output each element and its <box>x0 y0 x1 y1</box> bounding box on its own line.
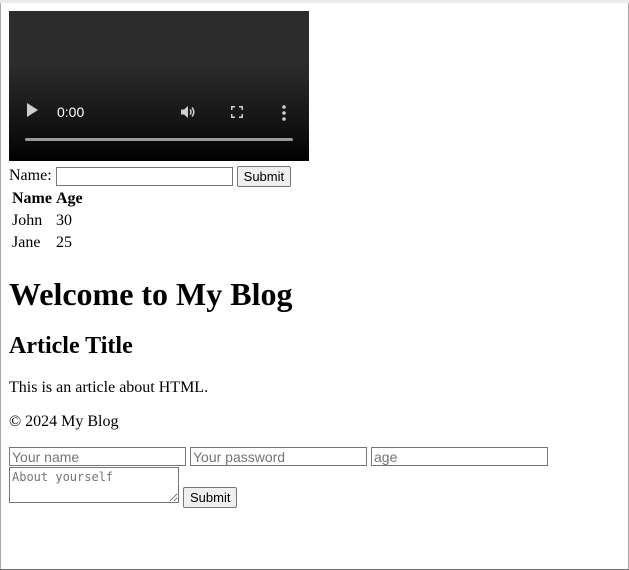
signup-submit-button[interactable]: Submit <box>183 487 238 508</box>
window-top-edge <box>0 0 629 3</box>
about-yourself-textarea[interactable] <box>9 467 179 503</box>
name-input[interactable] <box>55 166 233 186</box>
table-cell: Jane <box>12 234 41 251</box>
video-player[interactable]: 0:00 <box>9 11 309 161</box>
table-header: Age <box>55 190 83 207</box>
people-table: Name Age John 30 Jane 25 <box>9 187 86 255</box>
footer-text: © 2024 My Blog <box>9 413 119 430</box>
volume-icon[interactable] <box>180 105 196 119</box>
video-timeline-scrubber[interactable] <box>25 138 293 141</box>
table-cell: 25 <box>55 234 72 251</box>
name-submit-button[interactable]: Submit <box>236 165 292 187</box>
name-form: Name: Submit <box>9 165 619 187</box>
window-left-edge <box>0 3 1 570</box>
your-password-input[interactable] <box>190 447 367 466</box>
video-time: 0:00 <box>57 104 85 120</box>
table-row: John 30 <box>11 211 84 231</box>
table-cell: 30 <box>55 212 72 229</box>
table-header: Name <box>12 190 52 207</box>
fullscreen-icon[interactable] <box>231 106 243 118</box>
more-options-icon[interactable] <box>282 105 286 121</box>
table-cell: John <box>12 212 43 229</box>
table-row: Jane 25 <box>11 233 84 253</box>
article-body: This is an article about HTML. <box>9 379 209 396</box>
table-header-row: Name Age <box>11 189 84 209</box>
signup-form <box>9 447 619 466</box>
play-icon[interactable] <box>27 103 38 117</box>
age-input[interactable] <box>371 447 548 466</box>
your-name-input[interactable] <box>9 447 186 466</box>
page-title: Welcome to My Blog <box>9 276 293 312</box>
name-label: Name: <box>9 167 52 184</box>
article-title: Article Title <box>9 333 133 359</box>
signup-form-bottom: Submit <box>9 467 619 508</box>
page-content: 0:00 Name: Submit Name Age John 30 Jane … <box>9 11 619 508</box>
